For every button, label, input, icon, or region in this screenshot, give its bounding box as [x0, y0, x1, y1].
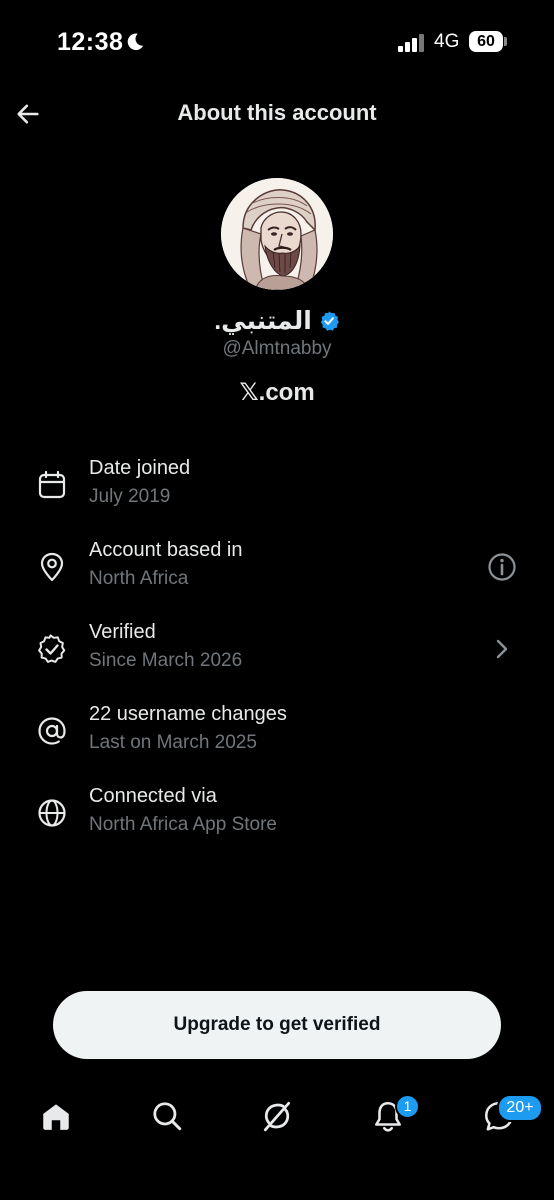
info-value: July 2019: [89, 486, 171, 507]
moon-icon: [127, 33, 144, 51]
notifications-badge: 1: [395, 1094, 420, 1119]
nav-home[interactable]: [34, 1094, 78, 1138]
avatar-portrait-image: [221, 178, 333, 290]
battery-indicator: 60: [469, 31, 503, 52]
info-value: Last on March 2025: [89, 732, 257, 753]
search-icon: [153, 1102, 182, 1131]
verified-badge-icon: [320, 311, 339, 331]
at-sign-icon: [38, 717, 66, 745]
display-name: المتنبي.: [214, 307, 312, 335]
info-title: Verified: [89, 621, 156, 643]
grok-icon: [263, 1101, 291, 1132]
home-icon: [43, 1104, 69, 1130]
brand-domain: 𝕏.com: [239, 379, 315, 406]
location-pin-icon: [40, 552, 64, 582]
info-title: Date joined: [89, 457, 191, 479]
upgrade-button[interactable]: Upgrade to get verified: [53, 991, 501, 1059]
verified-check-icon: [38, 634, 66, 663]
network-label: 4G: [434, 31, 460, 52]
signal-icon: [398, 34, 424, 52]
display-name-row: المتنبي.: [0, 306, 554, 336]
info-value: North Africa App Store: [89, 814, 277, 835]
info-row-account-based-in: Account based in North Africa: [0, 539, 554, 609]
status-bar: 12:38 4G 60: [0, 0, 554, 80]
info-value: North Africa: [89, 568, 189, 589]
info-title: Account based in: [89, 539, 243, 561]
info-title: 22 username changes: [89, 703, 287, 725]
info-row-connected-via: Connected via North Africa App Store: [0, 785, 554, 855]
info-title: Connected via: [89, 785, 217, 807]
chevron-right-icon: [496, 639, 508, 659]
status-time: 12:38: [57, 28, 124, 56]
info-row-verified[interactable]: Verified Since March 2026: [0, 621, 554, 691]
info-icon[interactable]: [486, 551, 518, 583]
info-row-date-joined: Date joined July 2019: [0, 457, 554, 527]
globe-icon: [38, 799, 66, 827]
battery-tip: [504, 37, 507, 46]
nav-grok[interactable]: [255, 1094, 299, 1138]
messages-badge: 20+: [497, 1094, 543, 1122]
info-row-username-changes: 22 username changes Last on March 2025: [0, 703, 554, 773]
avatar[interactable]: [221, 178, 333, 290]
page-title: About this account: [177, 100, 377, 125]
bottom-nav: [0, 1080, 554, 1160]
calendar-icon: [38, 470, 66, 499]
info-value: Since March 2026: [89, 650, 243, 671]
nav-search[interactable]: [145, 1094, 189, 1138]
handle: @Almtnabby: [222, 338, 332, 359]
